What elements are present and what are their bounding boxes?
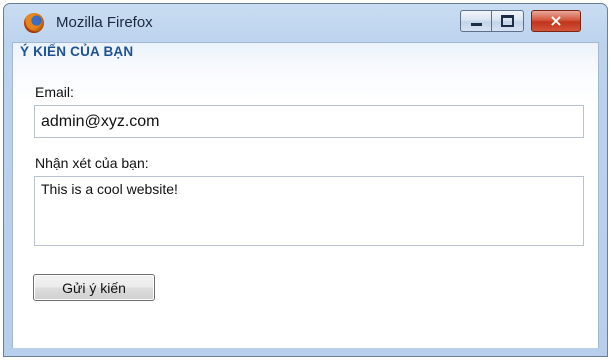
minimize-icon [470, 22, 482, 26]
title-bar[interactable]: Mozilla Firefox × [4, 4, 607, 42]
close-icon: × [549, 11, 563, 30]
comment-label: Nhận xét của bạn: [35, 155, 149, 171]
minimize-button[interactable] [460, 10, 492, 32]
submit-button[interactable]: Gửi ý kiến [33, 274, 155, 301]
browser-window: Mozilla Firefox × Ý KIẾN CỦA BẠN Email: … [3, 3, 608, 357]
window-title: Mozilla Firefox [56, 14, 153, 31]
close-button[interactable]: × [531, 10, 581, 32]
form-heading: Ý KIẾN CỦA BẠN [20, 44, 134, 59]
maximize-button[interactable] [491, 10, 524, 32]
comment-textarea[interactable]: This is a cool website! [34, 176, 584, 246]
maximize-icon [501, 15, 514, 27]
email-field[interactable] [34, 105, 584, 138]
firefox-icon [24, 13, 44, 33]
email-label: Email: [35, 84, 74, 100]
